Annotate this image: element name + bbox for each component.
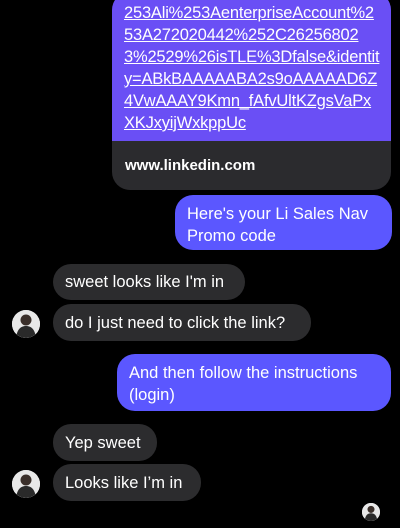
- link-domain: www.linkedin.com: [125, 157, 256, 174]
- person-icon: [12, 310, 40, 338]
- message-bubble-sent[interactable]: And then follow the instructions (login): [117, 354, 391, 411]
- message-bubble-received[interactable]: sweet looks like I'm in: [53, 264, 245, 300]
- link-preview-card[interactable]: 253Ali%253AenterpriseAccount%253A2720204…: [112, 0, 391, 190]
- message-bubble-received[interactable]: Yep sweet: [53, 424, 157, 461]
- link-url-text[interactable]: 253Ali%253AenterpriseAccount%253A2720204…: [124, 2, 381, 134]
- contact-avatar[interactable]: [12, 310, 40, 338]
- message-bubble-received[interactable]: Looks like I’m in: [53, 464, 201, 501]
- person-icon: [362, 503, 380, 521]
- message-bubble-received[interactable]: do I just need to click the link?: [53, 304, 311, 341]
- read-receipt-avatar: [362, 503, 380, 521]
- contact-avatar[interactable]: [12, 470, 40, 498]
- person-icon: [12, 470, 40, 498]
- link-preview-url-area[interactable]: 253Ali%253AenterpriseAccount%253A2720204…: [112, 0, 391, 141]
- message-bubble-sent[interactable]: Here's your Li Sales Nav Promo code: [175, 195, 392, 250]
